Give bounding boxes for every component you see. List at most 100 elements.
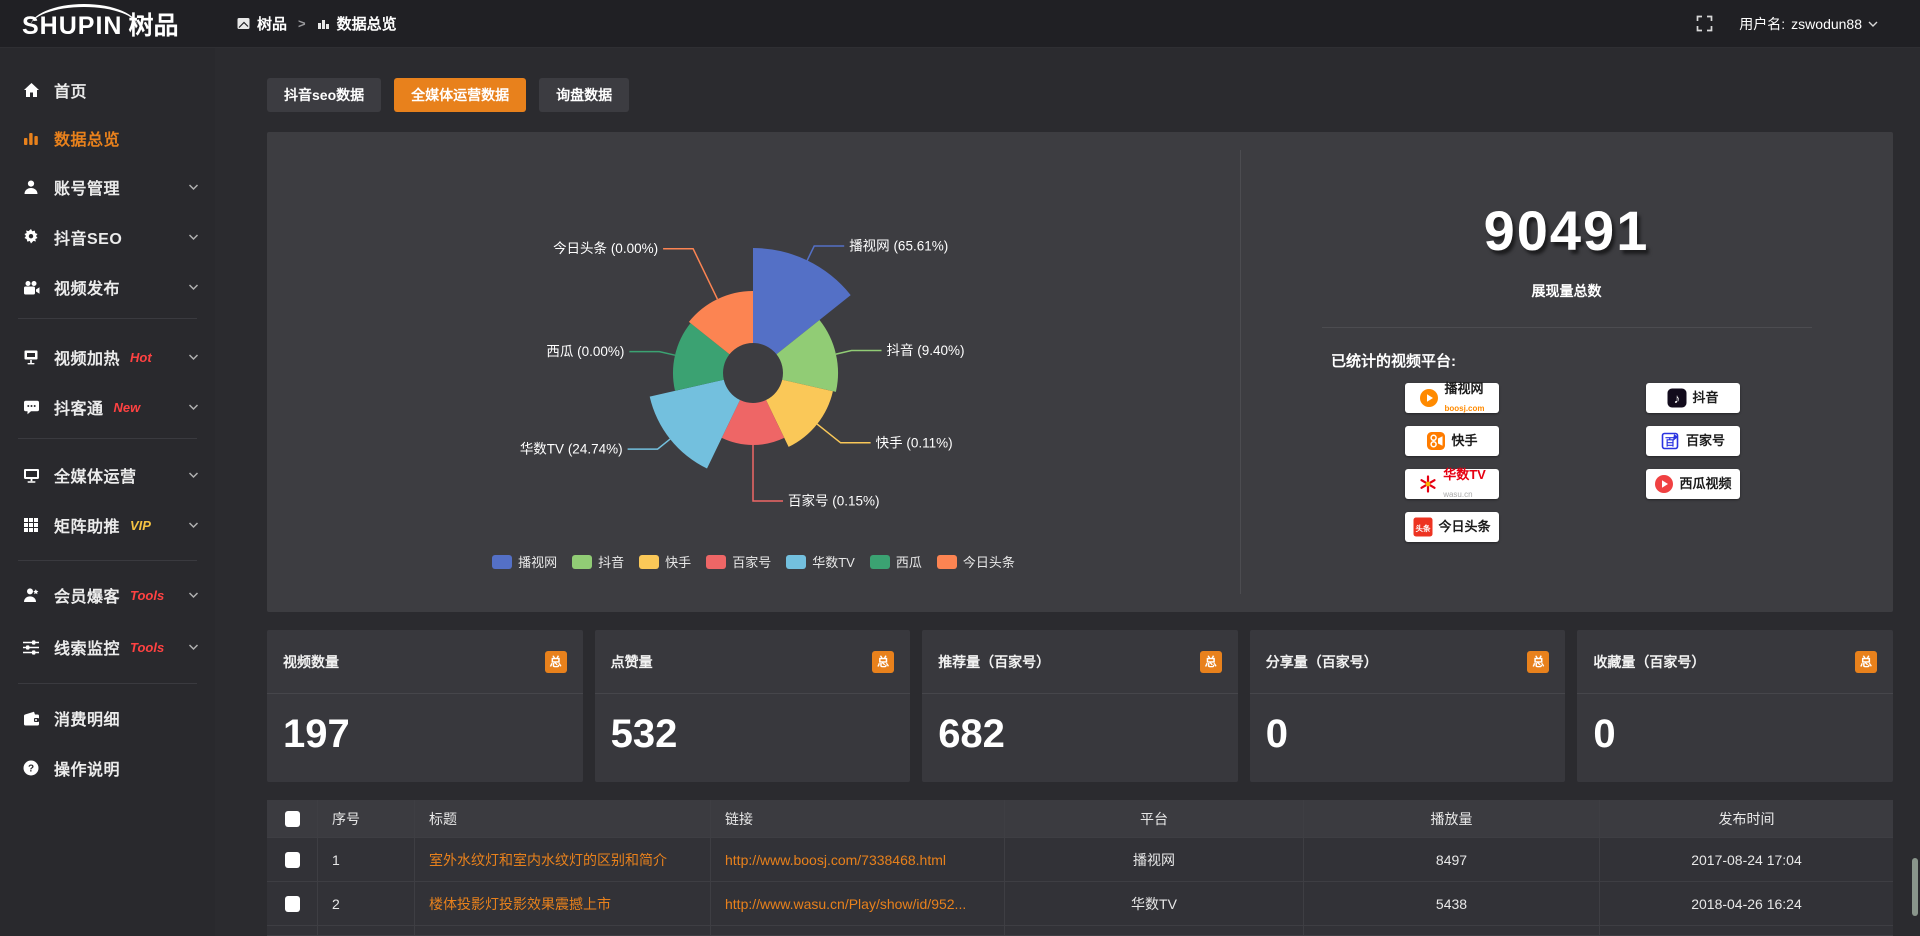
stat-card-value: 0 [1577,694,1893,757]
tab-抖音seo数据[interactable]: 抖音seo数据 [267,78,381,112]
sidebar-item-视频发布[interactable]: 视频发布 [0,273,215,301]
stat-card-value: 682 [922,694,1238,757]
pie-label-line [807,246,844,260]
platform-badge-百家号: 百百家号 [1646,426,1740,456]
window-icon [237,17,250,30]
topbar-right: 用户名: zswodun88 [1696,14,1878,34]
platform-badge-播视网: 播视网boosj.com [1405,383,1499,413]
cell-title[interactable]: 楼体投影灯投影效果震撼上市 [415,882,711,925]
cell-views: 5438 [1304,882,1600,925]
breadcrumb-root[interactable]: 树品 [257,13,287,34]
overview-panel: 播视网 (65.61%)抖音 (9.40%)快手 (0.11%)百家号 (0.1… [267,132,1893,612]
platform-badges-left: 播视网boosj.com 快手华数TVwasu.cn 头条今日头条 [1405,383,1499,542]
cell-platform: 播视网 [1005,838,1304,881]
legend-swatch [706,555,726,569]
pie-label-line [663,249,717,299]
sidebar-item-数据总览[interactable]: 数据总览 [0,124,215,152]
tab-全媒体运营数据[interactable]: 全媒体运营数据 [394,78,526,112]
platform-badge-华数TV: 华数TVwasu.cn [1405,469,1499,499]
gear-icon [22,229,40,245]
sidebar-item-消费明细[interactable]: 消费明细 [0,704,215,732]
legend-item-华数TV[interactable]: 华数TV [786,552,855,571]
sidebar-item-视频加热[interactable]: 视频加热Hot [0,343,215,371]
home-icon [22,82,40,98]
legend-item-快手[interactable]: 快手 [639,552,691,571]
app-logo: SHUPIN 树品 [0,0,215,48]
header-cell-发布时间: 发布时间 [1600,800,1893,837]
sidebar-item-操作说明[interactable]: ? 操作说明 [0,754,215,782]
sidebar-item-矩阵助推[interactable]: 矩阵助推VIP [0,511,215,539]
sidebar-item-label: 矩阵助推 [54,513,120,537]
cell-link[interactable]: http://www.wasu.cn/Play/show/id/952... [711,882,1005,925]
stat-card-value: 197 [267,694,583,757]
pie-label-line [817,424,871,443]
stat-card-视频数量: 视频数量总197 [267,630,583,782]
sidebar-item-label: 数据总览 [54,126,120,150]
sidebar-item-抖客通[interactable]: 抖客通 New [0,393,215,421]
legend-label: 华数TV [812,552,855,571]
tabs: 抖音seo数据全媒体运营数据询盘数据 [267,78,1893,112]
sidebar-item-label: 首页 [54,78,87,102]
legend-item-今日头条[interactable]: 今日头条 [937,552,1015,571]
pie-label: 今日头条 (0.00%) [553,240,658,256]
platform-subtext: boosj.com [1444,404,1484,413]
chevron-down-icon [188,470,199,480]
sidebar-item-badge: New [114,400,141,415]
sidebar-item-账号管理[interactable]: 账号管理 [0,173,215,201]
baijiahao-logo-icon: 百 [1661,431,1681,451]
sidebar-item-label: 会员爆客 [54,583,120,607]
legend-item-抖音[interactable]: 抖音 [572,552,624,571]
legend-item-播视网[interactable]: 播视网 [492,552,557,571]
cell-seq: 1 [318,838,415,881]
douyin-logo-icon: ♪ [1667,388,1687,408]
sidebar-item-label: 消费明细 [54,706,120,730]
sidebar-item-会员爆客[interactable]: 会员爆客Tools [0,581,215,609]
chevron-down-icon [188,352,199,362]
pie-label: 华数TV (24.74%) [520,442,623,457]
chart-legend: 播视网抖音快手百家号 华数TV 西瓜今日头条 [267,552,1240,571]
sidebar-divider [18,683,197,684]
breadcrumb-current[interactable]: 数据总览 [337,13,397,34]
row-checkbox[interactable] [285,896,300,912]
chevron-down-icon [188,402,199,412]
cell-title[interactable]: 室外水纹灯和室内水纹灯的区别和简介 [415,838,711,881]
pie-label-line [629,352,675,356]
platform-name: 今日头条 [1438,519,1490,534]
cell-time: 2017-08-24 17:04 [1600,838,1893,881]
platform-badge-今日头条: 头条今日头条 [1405,512,1499,542]
chevron-down-icon [188,282,199,292]
user-menu[interactable]: 用户名: zswodun88 [1739,14,1878,34]
tab-询盘数据[interactable]: 询盘数据 [539,78,629,112]
question-icon: ? [22,760,40,776]
sidebar-item-label: 抖客通 [54,395,104,419]
user-icon [22,179,40,195]
sidebar-item-首页[interactable]: 首页 [0,76,215,104]
chevron-down-icon [188,182,199,192]
boosj-logo-icon [1419,388,1439,408]
sidebar-divider [18,560,197,561]
wasu-logo-icon [1418,474,1438,494]
summary-divider [1322,327,1812,328]
cell-link[interactable]: http://www.boosj.com/7338468.html [711,838,1005,881]
screen-icon [22,349,40,365]
select-all-checkbox[interactable] [285,811,300,827]
sidebar-item-全媒体运营[interactable]: 全媒体运营 [0,461,215,489]
pie-slice-华数TV[interactable] [650,380,740,469]
svg-text:♪: ♪ [1674,391,1681,406]
table-row-1: 1室外水纹灯和室内水纹灯的区别和简介http://www.boosj.com/7… [267,838,1893,882]
chevron-down-icon [1868,20,1878,28]
sidebar-item-线索监控[interactable]: 线索监控Tools [0,633,215,661]
platform-name: 快手 [1451,433,1477,448]
platform-badges-right: ♪抖音百百家号西瓜视频 [1646,383,1740,499]
legend-item-西瓜[interactable]: 西瓜 [870,552,922,571]
fullscreen-icon[interactable] [1696,15,1713,32]
sidebar-item-label: 操作说明 [54,756,120,780]
pie-label-line [836,351,882,355]
scrollbar-thumb[interactable] [1912,858,1918,916]
row-checkbox[interactable] [285,852,300,868]
stat-card-value: 532 [595,694,911,757]
sidebar-item-抖音SEO[interactable]: 抖音SEO [0,223,215,251]
legend-item-百家号[interactable]: 百家号 [706,552,771,571]
stat-card-收藏量（百家号）: 收藏量（百家号）总0 [1577,630,1893,782]
header-cell-标题: 标题 [415,800,711,837]
